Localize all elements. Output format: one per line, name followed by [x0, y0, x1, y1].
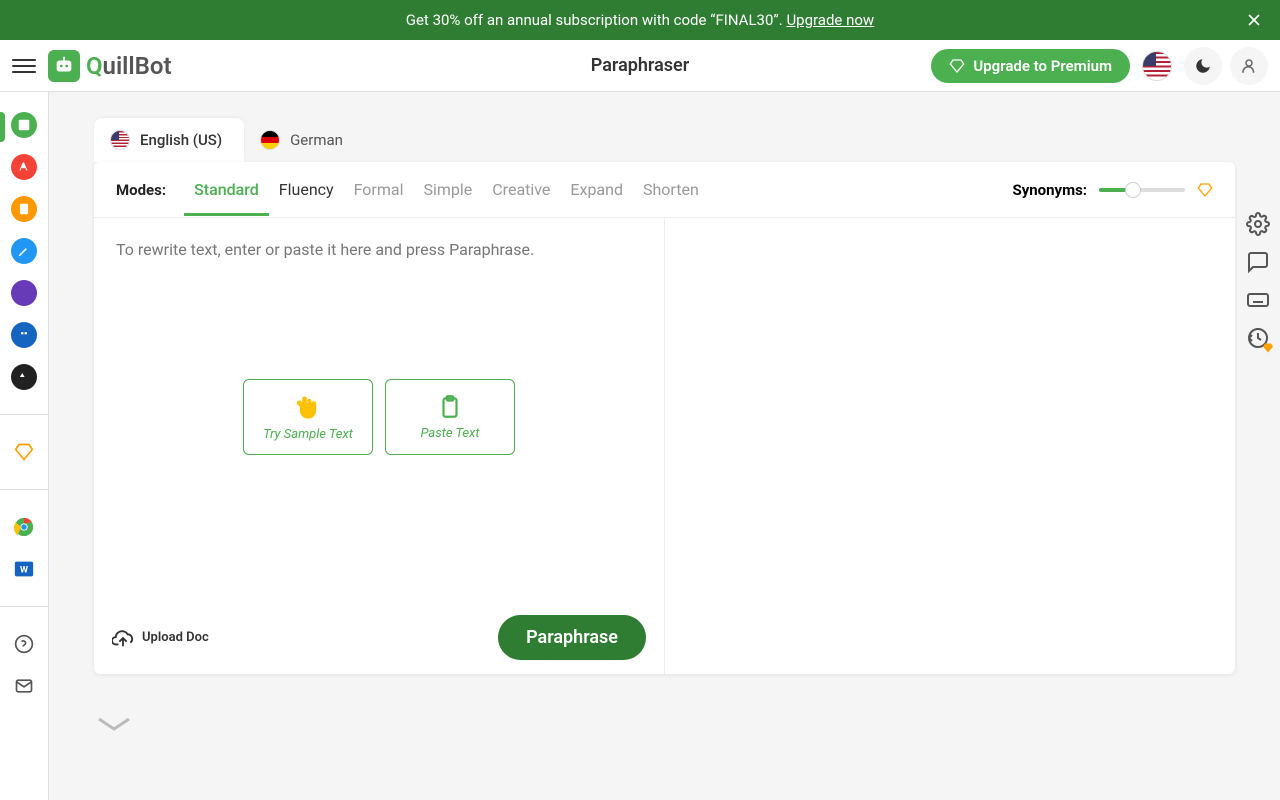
menu-button[interactable] — [12, 54, 36, 78]
wave-hand-icon — [294, 393, 322, 421]
right-rail — [1236, 212, 1280, 350]
banner-text: Get 30% off an annual subscription with … — [406, 11, 874, 29]
synonyms-slider[interactable] — [1099, 188, 1185, 192]
moon-icon — [1194, 57, 1212, 75]
sidebar-grammar-checker[interactable] — [11, 154, 37, 180]
comment-icon — [1246, 250, 1270, 274]
sidebar-citation-generator[interactable] — [11, 322, 37, 348]
language-flag-button[interactable] — [1138, 47, 1176, 85]
mode-tab-expand[interactable]: Expand — [560, 164, 633, 215]
user-icon — [1240, 57, 1258, 75]
lang-tab-german[interactable]: German — [244, 118, 365, 162]
editor-card: Modes: Standard Fluency Formal Simple Cr… — [94, 162, 1235, 674]
word-icon: W — [13, 558, 35, 580]
modes-row: Modes: Standard Fluency Formal Simple Cr… — [94, 162, 1235, 218]
expand-down-button[interactable] — [94, 714, 1235, 734]
paraphrase-button[interactable]: Paraphrase — [498, 615, 646, 660]
diamond-icon — [1197, 182, 1213, 198]
feedback-button[interactable] — [1246, 250, 1270, 274]
paste-text-button[interactable]: Paste Text — [385, 379, 515, 455]
try-sample-button[interactable]: Try Sample Text — [243, 379, 373, 455]
page-title: Paraphraser — [591, 55, 689, 76]
logo-icon — [48, 50, 80, 82]
pen-icon — [17, 244, 31, 258]
diamond-icon — [949, 58, 965, 74]
main-content: English (US) German Modes: Standard Flue… — [49, 92, 1280, 800]
diamond-icon — [14, 442, 34, 462]
upload-doc-button[interactable]: Upload Doc — [112, 627, 209, 649]
mode-tab-fluency[interactable]: Fluency — [269, 164, 344, 215]
us-flag-icon — [110, 130, 130, 150]
input-placeholder: To rewrite text, enter or paste it here … — [116, 240, 642, 259]
sidebar-word-extension[interactable]: W — [11, 556, 37, 582]
cloud-upload-icon — [112, 627, 134, 649]
input-pane[interactable]: To rewrite text, enter or paste it here … — [94, 218, 665, 674]
dark-mode-toggle[interactable] — [1184, 47, 1222, 85]
banner-close-button[interactable] — [1244, 10, 1264, 30]
logo[interactable]: QuillBot — [48, 50, 172, 82]
mode-tab-shorten[interactable]: Shorten — [633, 164, 709, 215]
logo-text: QuillBot — [86, 52, 172, 80]
help-icon — [14, 634, 34, 654]
sidebar-cowriter[interactable] — [11, 238, 37, 264]
svg-text:W: W — [20, 566, 28, 576]
upgrade-premium-button[interactable]: Upgrade to Premium — [931, 49, 1130, 83]
keyboard-icon — [1246, 288, 1270, 312]
mode-tab-formal[interactable]: Formal — [344, 164, 414, 215]
sidebar-premium[interactable] — [11, 439, 37, 465]
paraphraser-icon — [17, 118, 31, 132]
lang-tab-english[interactable]: English (US) — [94, 118, 244, 162]
modes-label: Modes: — [116, 181, 166, 199]
us-flag-icon — [1142, 51, 1172, 81]
gear-icon — [1246, 212, 1270, 236]
sidebar-paraphraser[interactable] — [11, 112, 37, 138]
translate-icon — [17, 370, 31, 384]
history-button[interactable] — [1246, 326, 1270, 350]
language-tabs: English (US) German — [94, 118, 1235, 162]
chrome-icon — [13, 516, 35, 538]
sidebar-help[interactable] — [11, 631, 37, 657]
app-header: QuillBot Paraphraser Upgrade to Premium — [0, 40, 1280, 92]
mode-tab-creative[interactable]: Creative — [482, 164, 560, 215]
citation-icon — [17, 328, 31, 342]
sidebar-translator[interactable] — [11, 364, 37, 390]
sidebar-summarizer[interactable] — [11, 280, 37, 306]
output-pane — [665, 218, 1235, 674]
banner-upgrade-link[interactable]: Upgrade now — [786, 11, 874, 29]
account-button[interactable] — [1230, 47, 1268, 85]
summarizer-icon — [17, 286, 31, 300]
synonyms-label: Synonyms: — [1012, 181, 1087, 199]
plagiarism-icon — [17, 202, 31, 216]
mode-tab-standard[interactable]: Standard — [184, 164, 269, 215]
sidebar: W — [0, 92, 49, 800]
close-icon — [1244, 10, 1264, 30]
grammar-icon — [17, 160, 31, 174]
mail-icon — [14, 676, 34, 696]
hotkeys-button[interactable] — [1246, 288, 1270, 312]
sidebar-chrome-extension[interactable] — [11, 514, 37, 540]
clipboard-icon — [437, 394, 463, 420]
promo-banner: Get 30% off an annual subscription with … — [0, 0, 1280, 40]
settings-button[interactable] — [1246, 212, 1270, 236]
mode-tab-simple[interactable]: Simple — [413, 164, 482, 215]
diamond-icon — [1262, 342, 1274, 354]
sidebar-plagiarism-checker[interactable] — [11, 196, 37, 222]
chevron-down-icon — [94, 714, 134, 734]
de-flag-icon — [260, 130, 280, 150]
sidebar-contact[interactable] — [11, 673, 37, 699]
